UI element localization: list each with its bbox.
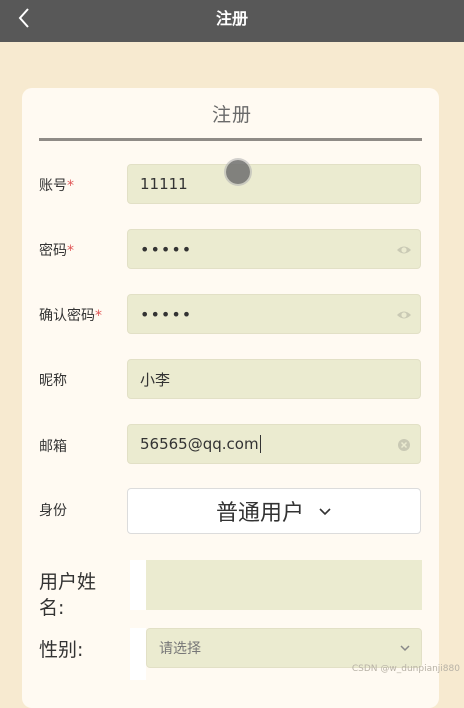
password-label: 密码* — [39, 240, 74, 260]
password-input[interactable]: ••••• — [127, 229, 421, 269]
email-label: 邮箱 — [39, 436, 67, 456]
nickname-value: 小李 — [140, 369, 420, 390]
role-label: 身份 — [39, 500, 67, 520]
chevron-down-icon — [399, 644, 411, 653]
email-value: 56565@qq.com — [140, 435, 259, 453]
email-value-wrap: 56565@qq.com — [140, 435, 420, 454]
navbar: 注册 — [0, 0, 464, 42]
title-divider — [39, 138, 422, 141]
page-title: 注册 — [0, 0, 464, 38]
real-name-label-line2: 名: — [39, 595, 96, 621]
password-value: ••••• — [140, 240, 420, 259]
confirm-password-input[interactable]: ••••• — [127, 294, 421, 334]
account-value: 11111 — [140, 175, 420, 193]
eye-icon[interactable] — [396, 242, 412, 258]
account-input[interactable]: 11111 — [127, 164, 421, 204]
real-name-label-line1: 用户姓 — [39, 569, 96, 595]
role-value: 普通用户 — [216, 495, 304, 527]
real-name-label: 用户姓 名: — [39, 569, 96, 621]
required-mark: * — [67, 178, 74, 194]
account-label: 账号* — [39, 175, 74, 195]
account-label-text: 账号 — [39, 178, 67, 194]
gender-label: 性别: — [39, 637, 83, 663]
real-name-input-margin — [130, 560, 146, 610]
email-input[interactable]: 56565@qq.com — [127, 424, 421, 464]
watermark: CSDN @w_dunpianji880 — [352, 664, 460, 674]
gender-select[interactable]: 请选择 — [146, 628, 422, 668]
confirm-password-label: 确认密码* — [39, 305, 102, 325]
real-name-input[interactable] — [146, 560, 422, 610]
gender-placeholder: 请选择 — [159, 638, 201, 658]
text-caret — [260, 435, 261, 453]
chevron-down-icon — [318, 506, 332, 516]
touch-indicator — [226, 160, 250, 184]
gender-select-margin — [130, 628, 146, 680]
confirm-password-label-text: 确认密码 — [39, 308, 95, 324]
nickname-label: 昵称 — [39, 370, 67, 390]
required-mark: * — [67, 243, 74, 259]
eye-icon[interactable] — [396, 307, 412, 323]
required-mark: * — [95, 308, 102, 324]
role-select[interactable]: 普通用户 — [127, 488, 421, 534]
confirm-password-value: ••••• — [140, 305, 420, 324]
nickname-input[interactable]: 小李 — [127, 359, 421, 399]
card-title: 注册 — [0, 100, 464, 127]
clear-icon[interactable] — [397, 438, 411, 452]
password-label-text: 密码 — [39, 243, 67, 259]
